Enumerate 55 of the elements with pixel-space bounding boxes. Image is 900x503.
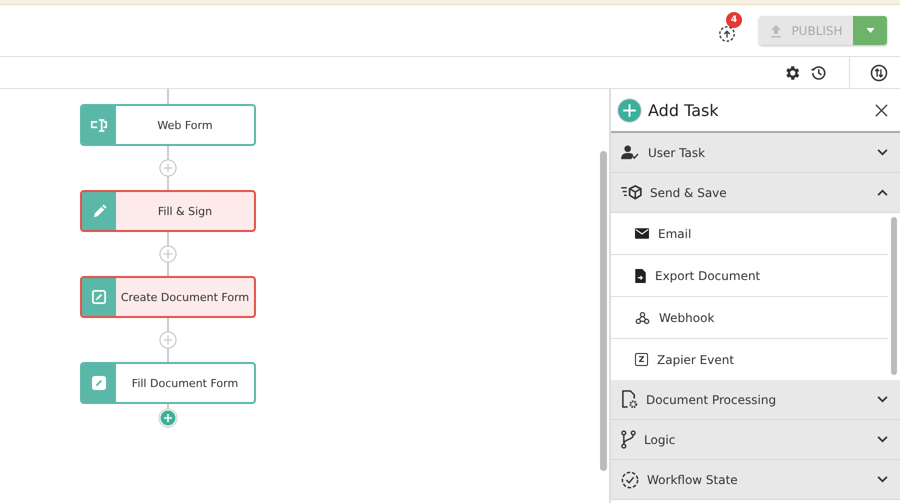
task-item[interactable]: Z Zapier Event <box>611 339 888 380</box>
node-label: Fill Document Form <box>130 376 240 392</box>
upload-icon[interactable] <box>718 24 736 42</box>
category-header[interactable]: Workflow State <box>611 460 900 500</box>
category-header[interactable]: Logic <box>611 420 900 460</box>
cube-icon <box>621 185 642 200</box>
add-step-icon[interactable] <box>159 245 177 263</box>
scrollbar[interactable] <box>600 151 607 471</box>
add-step-icon[interactable] <box>159 159 177 177</box>
task-item[interactable]: Email <box>611 213 888 255</box>
task-item[interactable]: Webhook <box>611 297 888 339</box>
panel-title: Add Task <box>648 100 720 120</box>
publish-dropdown-button[interactable] <box>853 16 887 45</box>
user-check-icon <box>621 145 640 160</box>
add-icon <box>617 98 642 122</box>
category-header[interactable]: Send & Save <box>611 173 900 213</box>
item-label: Export Document <box>655 268 760 282</box>
item-label: Webhook <box>659 310 714 324</box>
edit-icon <box>92 290 106 304</box>
dashed-check-icon <box>621 470 639 488</box>
branch-icon <box>621 430 636 449</box>
category-label: Document Processing <box>646 392 778 406</box>
workflow-node[interactable]: Web Form <box>80 104 256 146</box>
node-label: Web Form <box>156 118 214 134</box>
file-icon <box>635 268 646 282</box>
history-icon[interactable] <box>809 64 827 82</box>
workflow-node[interactable]: Create Document Form <box>80 276 256 318</box>
workflow-node[interactable]: Fill Document Form <box>80 362 256 404</box>
add-step-icon[interactable] <box>158 408 178 428</box>
letter-icon: Z <box>635 353 648 366</box>
scrollbar[interactable] <box>891 217 897 375</box>
envelope-icon <box>635 228 649 239</box>
text-cursor-icon <box>90 118 108 132</box>
category-header[interactable]: User Task <box>611 133 900 173</box>
edit-icon <box>92 376 106 390</box>
category-label: Send & Save <box>650 186 728 200</box>
close-icon[interactable] <box>875 104 888 116</box>
notification-badge: 4 <box>726 12 742 28</box>
file-gear-icon <box>621 390 638 409</box>
node-label: Fill & Sign <box>156 204 214 220</box>
caret-icon <box>866 28 874 33</box>
node-label: Create Document Form <box>120 290 250 306</box>
category-label: Logic <box>644 432 676 446</box>
add-step-icon[interactable] <box>159 331 177 349</box>
category-label: User Task <box>648 146 706 160</box>
category-header[interactable]: Document Processing <box>611 380 900 420</box>
task-item[interactable]: Export Document <box>611 255 888 297</box>
upload-icon <box>769 24 784 38</box>
item-label: Zapier Event <box>657 352 734 366</box>
workflow-node[interactable]: Fill & Sign <box>80 190 256 232</box>
item-label: Email <box>658 226 692 240</box>
pen-icon <box>92 204 106 218</box>
webhook-icon <box>635 310 650 324</box>
swap-icon[interactable] <box>870 64 888 82</box>
category-label: Workflow State <box>647 472 739 486</box>
